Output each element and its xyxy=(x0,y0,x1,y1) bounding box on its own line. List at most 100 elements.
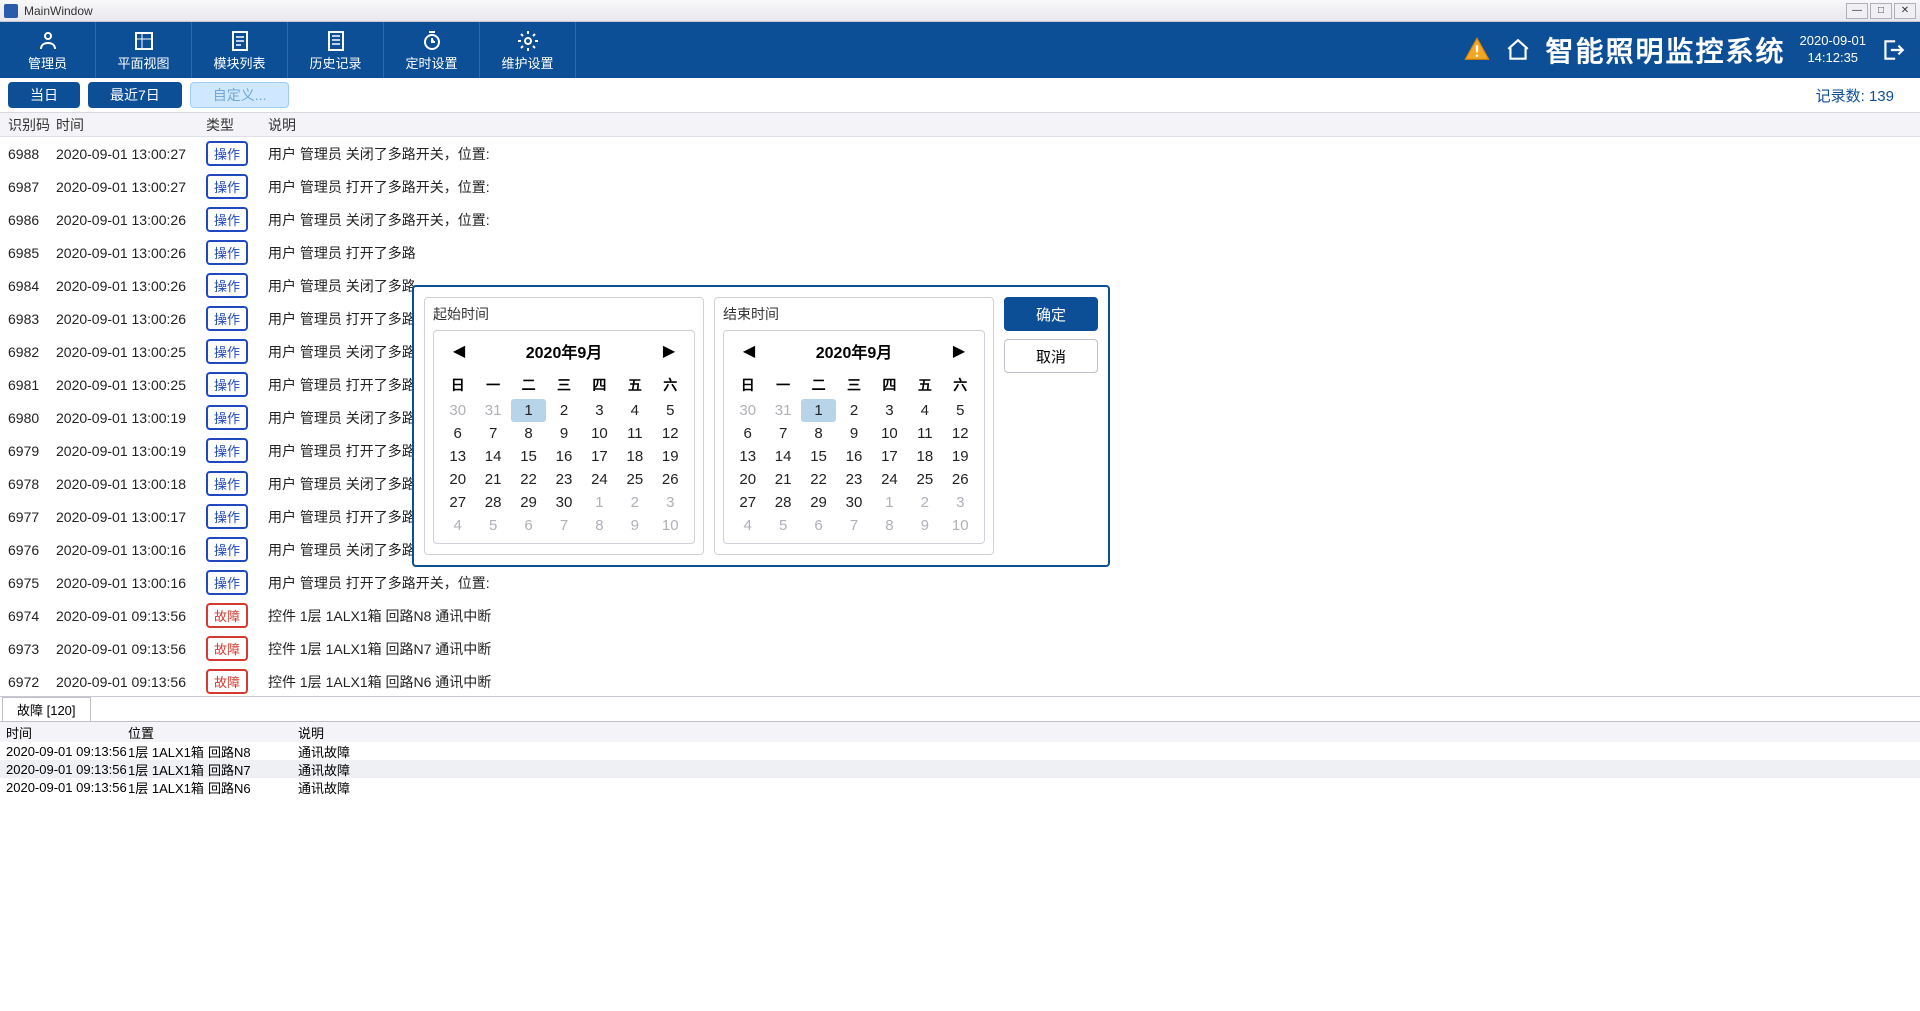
cal-day[interactable]: 6 xyxy=(511,514,546,537)
cancel-button[interactable]: 取消 xyxy=(1004,339,1098,373)
cal-day[interactable]: 22 xyxy=(511,468,546,491)
cal-day[interactable]: 17 xyxy=(872,445,907,468)
cal-day[interactable]: 17 xyxy=(582,445,617,468)
nav-item[interactable]: 定时设置 xyxy=(384,22,480,78)
maximize-button[interactable]: □ xyxy=(1870,3,1892,19)
cal-day[interactable]: 21 xyxy=(765,468,800,491)
cal-day[interactable]: 30 xyxy=(836,491,871,514)
cal-day[interactable]: 31 xyxy=(475,399,510,422)
cal-day[interactable]: 9 xyxy=(907,514,942,537)
cal-day[interactable]: 23 xyxy=(546,468,581,491)
cal-day[interactable]: 6 xyxy=(440,422,475,445)
cal-prev-button[interactable]: ◀ xyxy=(446,340,472,362)
cal-day[interactable]: 16 xyxy=(546,445,581,468)
cal-day[interactable]: 2 xyxy=(617,491,652,514)
cal-next-button[interactable]: ▶ xyxy=(946,340,972,362)
cal-day[interactable]: 3 xyxy=(653,491,688,514)
cal-day[interactable]: 1 xyxy=(582,491,617,514)
cal-day[interactable]: 12 xyxy=(653,422,688,445)
cal-day[interactable]: 20 xyxy=(730,468,765,491)
cal-day[interactable]: 4 xyxy=(730,514,765,537)
table-row[interactable]: 69872020-09-01 13:00:27操作用户 管理员 打开了多路开关，… xyxy=(0,170,1920,203)
cal-day[interactable]: 5 xyxy=(943,399,978,422)
cal-day[interactable]: 1 xyxy=(872,491,907,514)
cal-day[interactable]: 16 xyxy=(836,445,871,468)
cal-day[interactable]: 12 xyxy=(943,422,978,445)
nav-item[interactable]: 管理员 xyxy=(0,22,96,78)
cal-prev-button[interactable]: ◀ xyxy=(736,340,762,362)
cal-day[interactable]: 2 xyxy=(836,399,871,422)
cal-day[interactable]: 8 xyxy=(582,514,617,537)
cal-day[interactable]: 26 xyxy=(943,468,978,491)
cal-next-button[interactable]: ▶ xyxy=(656,340,682,362)
cal-day[interactable]: 30 xyxy=(730,399,765,422)
cal-day[interactable]: 7 xyxy=(836,514,871,537)
fault-tab[interactable]: 故障 [120] xyxy=(2,697,91,721)
cal-day[interactable]: 14 xyxy=(475,445,510,468)
table-row[interactable]: 69732020-09-01 09:13:56故障控件 1层 1ALX1箱 回路… xyxy=(0,632,1920,665)
cal-day[interactable]: 4 xyxy=(617,399,652,422)
cal-day[interactable]: 8 xyxy=(511,422,546,445)
fault-row[interactable]: 2020-09-01 09:13:561层 1ALX1箱回路N8通讯故障 xyxy=(0,742,1920,760)
cal-day[interactable]: 2 xyxy=(907,491,942,514)
fault-row[interactable]: 2020-09-01 09:13:561层 1ALX1箱回路N7通讯故障 xyxy=(0,760,1920,778)
cal-day[interactable]: 23 xyxy=(836,468,871,491)
confirm-button[interactable]: 确定 xyxy=(1004,297,1098,331)
cal-day[interactable]: 24 xyxy=(872,468,907,491)
cal-day[interactable]: 28 xyxy=(475,491,510,514)
cal-day[interactable]: 2 xyxy=(546,399,581,422)
cal-day[interactable]: 10 xyxy=(872,422,907,445)
cal-day[interactable]: 3 xyxy=(943,491,978,514)
cal-day[interactable]: 19 xyxy=(653,445,688,468)
minimize-button[interactable]: — xyxy=(1846,3,1868,19)
cal-day[interactable]: 11 xyxy=(617,422,652,445)
cal-day[interactable]: 9 xyxy=(617,514,652,537)
table-row[interactable]: 69852020-09-01 13:00:26操作用户 管理员 打开了多路 xyxy=(0,236,1920,269)
cal-day[interactable]: 7 xyxy=(546,514,581,537)
home-icon[interactable] xyxy=(1505,37,1531,63)
cal-day[interactable]: 9 xyxy=(836,422,871,445)
cal-day[interactable]: 30 xyxy=(546,491,581,514)
cal-day[interactable]: 11 xyxy=(907,422,942,445)
cal-day[interactable]: 21 xyxy=(475,468,510,491)
cal-day[interactable]: 27 xyxy=(730,491,765,514)
cal-day[interactable]: 28 xyxy=(765,491,800,514)
cal-day[interactable]: 25 xyxy=(907,468,942,491)
cal-day[interactable]: 20 xyxy=(440,468,475,491)
cal-day[interactable]: 3 xyxy=(872,399,907,422)
nav-item[interactable]: 历史记录 xyxy=(288,22,384,78)
cal-day[interactable]: 26 xyxy=(653,468,688,491)
cal-day[interactable]: 10 xyxy=(653,514,688,537)
cal-day[interactable]: 18 xyxy=(617,445,652,468)
cal-day[interactable]: 7 xyxy=(765,422,800,445)
cal-day[interactable]: 13 xyxy=(730,445,765,468)
cal-day[interactable]: 6 xyxy=(730,422,765,445)
cal-day[interactable]: 8 xyxy=(801,422,836,445)
cal-day[interactable]: 29 xyxy=(511,491,546,514)
cal-day[interactable]: 4 xyxy=(907,399,942,422)
cal-day[interactable]: 1 xyxy=(801,399,836,422)
nav-item[interactable]: 模块列表 xyxy=(192,22,288,78)
cal-day[interactable]: 6 xyxy=(801,514,836,537)
cal-day[interactable]: 10 xyxy=(582,422,617,445)
table-row[interactable]: 69742020-09-01 09:13:56故障控件 1层 1ALX1箱 回路… xyxy=(0,599,1920,632)
cal-day[interactable]: 5 xyxy=(765,514,800,537)
cal-day[interactable]: 25 xyxy=(617,468,652,491)
cal-day[interactable]: 8 xyxy=(872,514,907,537)
cal-day[interactable]: 31 xyxy=(765,399,800,422)
cal-day[interactable]: 15 xyxy=(511,445,546,468)
filter-custom-button[interactable]: 自定义... xyxy=(190,82,290,108)
table-row[interactable]: 69752020-09-01 13:00:16操作用户 管理员 打开了多路开关，… xyxy=(0,566,1920,599)
cal-day[interactable]: 13 xyxy=(440,445,475,468)
cal-day[interactable]: 9 xyxy=(546,422,581,445)
cal-day[interactable]: 27 xyxy=(440,491,475,514)
fault-row[interactable]: 2020-09-01 09:13:561层 1ALX1箱回路N6通讯故障 xyxy=(0,778,1920,796)
cal-day[interactable]: 5 xyxy=(475,514,510,537)
filter-last7-button[interactable]: 最近7日 xyxy=(88,82,182,108)
cal-day[interactable]: 10 xyxy=(943,514,978,537)
cal-day[interactable]: 22 xyxy=(801,468,836,491)
filter-today-button[interactable]: 当日 xyxy=(8,82,80,108)
cal-day[interactable]: 24 xyxy=(582,468,617,491)
cal-day[interactable]: 3 xyxy=(582,399,617,422)
cal-day[interactable]: 19 xyxy=(943,445,978,468)
